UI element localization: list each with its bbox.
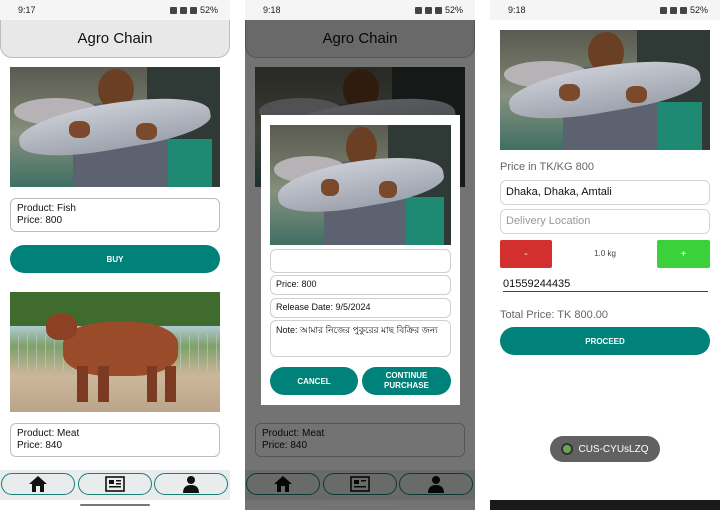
total-price: Total Price: TK 800.00: [500, 309, 609, 321]
dialog-fish-photo: [270, 125, 451, 245]
dialog-note-field: Note: আমার নিজের পুকুরের মাছ বিক্রির জন্…: [270, 320, 451, 357]
person-icon: [183, 476, 199, 493]
quantity-value: 1.0 kg: [594, 249, 616, 258]
gesture-bar: [325, 504, 395, 506]
wifi-icon: [180, 7, 188, 14]
product-price: Price: 800: [17, 215, 63, 226]
cancel-button[interactable]: CANCEL: [270, 367, 358, 395]
product-card-meat[interactable]: Product: Meat Price: 840: [10, 423, 220, 457]
status-right: 52%: [412, 5, 463, 15]
nav-profile-button[interactable]: [154, 473, 228, 495]
increase-quantity-button[interactable]: +: [657, 240, 710, 268]
news-icon: [105, 476, 125, 492]
dialog-name-field[interactable]: [270, 249, 451, 273]
battery-percent: 52%: [444, 5, 463, 15]
product-card-fish[interactable]: Product: Fish Price: 800: [10, 198, 220, 232]
price-per-kg: Price in TK/KG 800: [500, 161, 594, 173]
mute-icon: [170, 7, 178, 14]
system-nav-bar: [490, 500, 720, 510]
wifi-icon: [670, 7, 678, 14]
dialog-release-date-field: Release Date: 9/5/2024: [270, 298, 451, 318]
toast-message: CUS-CYUsLZQ: [550, 436, 660, 462]
app-logo-icon: [561, 443, 574, 455]
status-right: 52%: [167, 5, 218, 15]
bottom-nav: [0, 470, 230, 500]
gesture-bar: [80, 504, 150, 506]
battery-percent: 52%: [689, 5, 708, 15]
battery-percent: 52%: [199, 5, 218, 15]
fish-photo: [500, 30, 710, 150]
home-icon: [29, 476, 47, 492]
delivery-location-input[interactable]: Delivery Location: [500, 209, 710, 234]
proceed-button[interactable]: PROCEED: [500, 327, 710, 355]
mute-icon: [660, 7, 668, 14]
screen-purchase-dialog: 9:18 52% Agro Chain Product: Meat Price:…: [245, 0, 475, 510]
decrease-quantity-button[interactable]: -: [500, 240, 552, 268]
app-title: Agro Chain: [0, 20, 230, 58]
screen-checkout: 9:18 52% Price in TK/KG 800 Dhaka, Dhaka…: [490, 0, 720, 510]
address-input[interactable]: Dhaka, Dhaka, Amtali: [500, 180, 710, 205]
continue-purchase-button[interactable]: CONTINUE PURCHASE: [362, 367, 451, 395]
fish-photo[interactable]: [10, 67, 220, 187]
wifi-icon: [425, 7, 433, 14]
status-time: 9:17: [18, 5, 36, 15]
product-price: Price: 840: [17, 440, 63, 451]
cow-photo[interactable]: [10, 292, 220, 412]
signal-icon: [190, 7, 198, 14]
status-time: 9:18: [508, 5, 526, 15]
product-label: Product: Meat: [17, 428, 80, 439]
screen-product-list: 9:17 52% Agro Chain Product: Fish Price:…: [0, 0, 230, 510]
buy-button[interactable]: BUY: [10, 245, 220, 273]
status-bar: 9:18 52%: [490, 0, 720, 20]
purchase-dialog: Price: 800 Release Date: 9/5/2024 Note: …: [261, 115, 460, 405]
status-time: 9:18: [263, 5, 281, 15]
status-bar: 9:17 52%: [0, 0, 230, 20]
signal-icon: [435, 7, 443, 14]
signal-icon: [680, 7, 688, 14]
toast-text: CUS-CYUsLZQ: [578, 443, 649, 455]
dialog-price-field: Price: 800: [270, 275, 451, 295]
phone-input[interactable]: 01559244435: [503, 278, 708, 292]
nav-home-button[interactable]: [1, 473, 75, 495]
status-bar: 9:18 52%: [245, 0, 475, 20]
status-right: 52%: [657, 5, 708, 15]
nav-news-button[interactable]: [78, 473, 152, 495]
mute-icon: [415, 7, 423, 14]
product-label: Product: Fish: [17, 203, 76, 214]
